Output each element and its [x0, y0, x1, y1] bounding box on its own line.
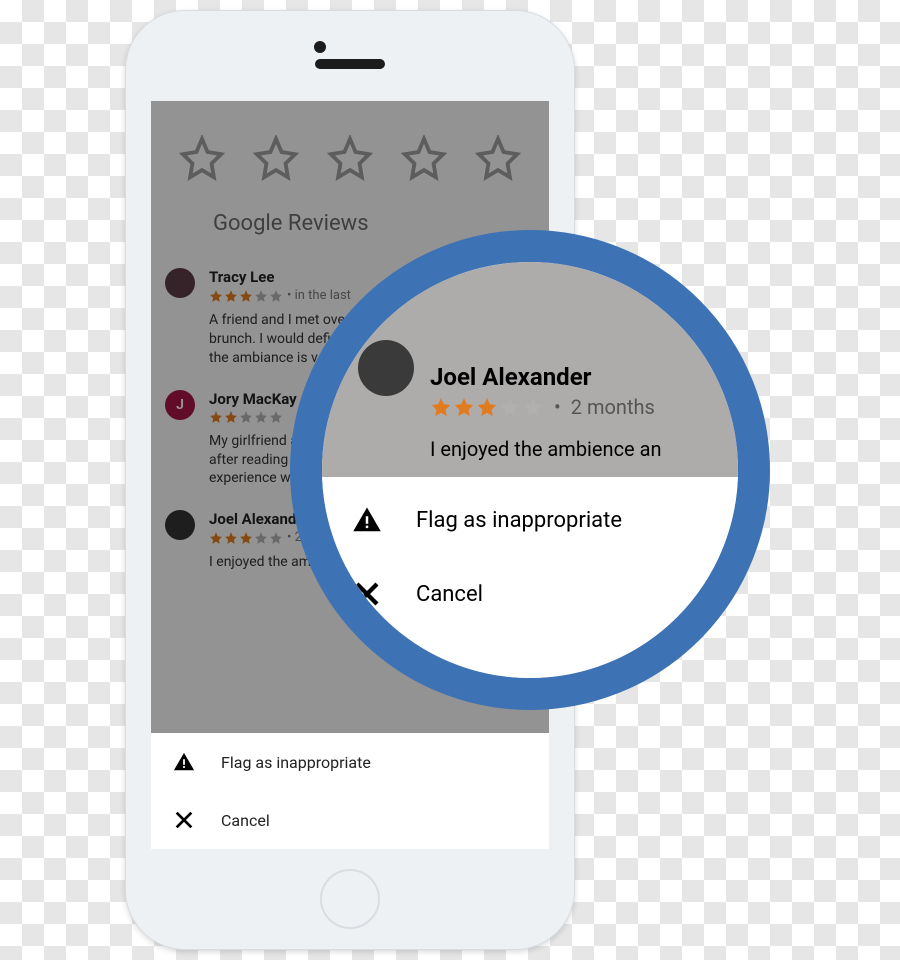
magnifier-action-sheet: Flag as inappropriate Cancel	[322, 477, 738, 678]
flag-inappropriate-button[interactable]: Flag as inappropriate	[322, 483, 738, 557]
magnifier-review-preview: Joel Alexander • 2 months I enjoyed the …	[322, 262, 738, 477]
home-button[interactable]	[320, 869, 380, 929]
cancel-label: Cancel	[416, 582, 483, 607]
flag-inappropriate-button[interactable]: Flag as inappropriate	[151, 733, 549, 791]
avatar	[358, 340, 414, 396]
warning-triangle-icon	[352, 505, 382, 535]
action-sheet: Flag as inappropriate Cancel	[151, 733, 549, 849]
warning-triangle-icon	[173, 751, 195, 773]
rating-stars	[430, 396, 544, 418]
review-meta: • 2 months	[430, 395, 662, 419]
flag-label: Flag as inappropriate	[416, 508, 622, 533]
phone-speaker	[315, 59, 385, 69]
close-icon	[173, 809, 195, 831]
close-icon	[352, 579, 382, 609]
dot-separator: •	[554, 395, 561, 419]
reviewer-name: Joel Alexander	[430, 363, 662, 391]
review-text-preview: I enjoyed the ambience an	[430, 437, 662, 461]
cancel-button[interactable]: Cancel	[322, 557, 738, 631]
cancel-label: Cancel	[221, 811, 270, 830]
review-time: 2 months	[571, 395, 655, 419]
magnifier-callout: Joel Alexander • 2 months I enjoyed the …	[290, 230, 770, 710]
phone-camera-dot	[314, 41, 326, 53]
flag-label: Flag as inappropriate	[221, 753, 371, 772]
cancel-button[interactable]: Cancel	[151, 791, 549, 849]
